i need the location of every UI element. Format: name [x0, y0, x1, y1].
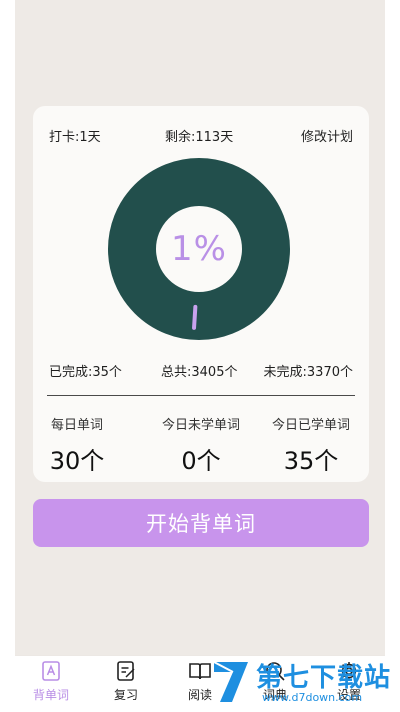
progress-percent: 1%: [171, 229, 227, 269]
total-count: 总共:3405个: [161, 365, 238, 380]
watermark-title: 第七下载站: [256, 663, 392, 693]
plan-summary-row: 打卡:1天 剩余:113天 修改计划: [33, 126, 369, 146]
review-notes-icon: [117, 661, 135, 681]
tab-memorize-label: 背单词: [32, 688, 69, 702]
tab-memorize[interactable]: 背单词: [21, 660, 81, 710]
today-learned-value: 35个: [283, 447, 339, 475]
watermark-logo-icon: [213, 661, 248, 702]
daily-words-label: 每日单词: [50, 418, 103, 433]
today-learned-label: 今日已学单词: [271, 418, 350, 433]
stats-divider: [47, 395, 355, 396]
today-unlearned-label: 今日未学单词: [161, 418, 240, 433]
today-learned: 今日已学单词 35个: [251, 414, 371, 476]
watermark-url: www.d7down.com: [262, 691, 363, 704]
site-watermark: 第七下载站 www.d7down.com: [208, 656, 394, 708]
tab-review-label: 复习: [113, 688, 138, 702]
today-unlearned-value: 0个: [181, 447, 221, 475]
daily-words: 每日单词 30个: [17, 414, 137, 476]
today-unlearned: 今日未学单词 0个: [141, 414, 261, 476]
completed-count: 已完成:35个: [49, 365, 122, 380]
incomplete-count: 未完成:3370个: [263, 365, 353, 380]
plan-card: 打卡:1天 剩余:113天 修改计划 1% 已完成:35个 总共:3405个 未…: [33, 106, 369, 482]
tab-review[interactable]: 复习: [96, 660, 156, 710]
word-stats-row: 已完成:35个 总共:3405个 未完成:3370个: [33, 361, 369, 381]
edit-plan-link[interactable]: 修改计划: [301, 126, 353, 145]
start-memorizing-button[interactable]: 开始背单词: [33, 499, 369, 547]
checkin-days: 打卡:1天: [49, 130, 101, 145]
book-a-icon: [42, 661, 60, 681]
remaining-days: 剩余:113天: [165, 130, 234, 145]
daily-counts: 每日单词 30个 今日未学单词 0个 今日已学单词 35个: [33, 414, 371, 476]
daily-words-value: 30个: [49, 447, 105, 475]
